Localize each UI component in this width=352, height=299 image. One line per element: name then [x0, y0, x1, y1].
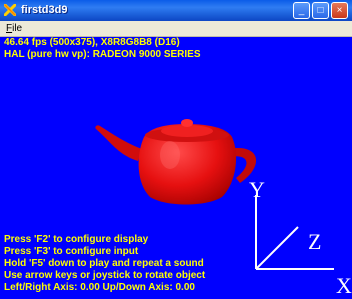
hud-help-line: Press 'F3' to configure input [4, 246, 139, 257]
hud-axis-readout: Left/Right Axis: 0.00 Up/Down Axis: 0.00 [4, 282, 195, 293]
z-axis-line [255, 226, 299, 270]
window-title: firstd3d9 [21, 4, 68, 16]
x-axis-label: X [336, 273, 352, 298]
z-axis-label: Z [308, 229, 322, 254]
hud-help-line: Hold 'F5' down to play and repeat a soun… [4, 258, 204, 269]
render-viewport[interactable]: 46.64 fps (500x375), X8R8G8B8 (D16) HAL … [0, 37, 352, 299]
minimize-button[interactable]: _ [293, 2, 310, 19]
maximize-button[interactable]: □ [312, 2, 329, 19]
close-icon: × [336, 5, 343, 16]
hud-help-line: Use arrow keys or joystick to rotate obj… [4, 270, 206, 281]
hud-help: Press 'F2' to configure display Press 'F… [4, 234, 205, 294]
y-axis-label: Y [249, 177, 265, 202]
hud-help-line: Press 'F2' to configure display [4, 234, 149, 245]
teapot-knob [181, 119, 193, 127]
app-window: firstd3d9 _ □ × File 46.64 fps (500x375)… [0, 0, 352, 299]
menu-file[interactable]: File [6, 22, 22, 35]
minimize-icon: _ [298, 5, 305, 16]
hud-device-line: HAL (pure hw vp): RADEON 9000 SERIES [4, 49, 201, 60]
axis-gizmo [255, 195, 334, 270]
teapot-highlight [160, 141, 180, 169]
close-button[interactable]: × [331, 2, 348, 19]
menu-file-label: ile [12, 23, 23, 34]
teapot [95, 119, 257, 205]
menu-bar: File [0, 21, 352, 37]
teapot-spout [95, 125, 142, 161]
hud-stats: 46.64 fps (500x375), X8R8G8B8 (D16) HAL … [4, 37, 201, 61]
directx-app-icon [4, 4, 16, 16]
maximize-icon: □ [317, 5, 324, 16]
title-bar[interactable]: firstd3d9 _ □ × [0, 0, 352, 21]
hud-fps-line: 46.64 fps (500x375), X8R8G8B8 (D16) [4, 37, 180, 48]
